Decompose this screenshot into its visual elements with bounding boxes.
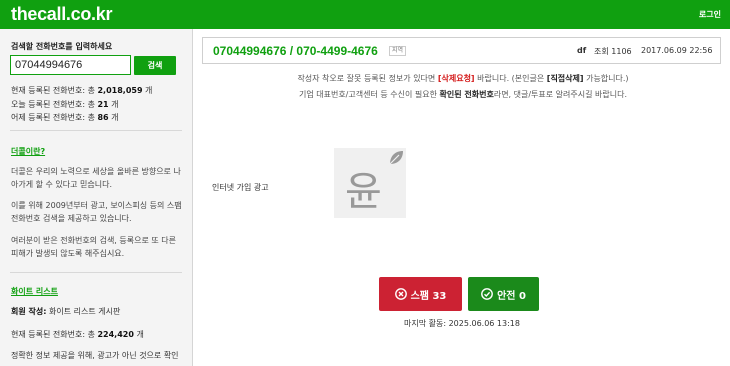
white-list-link[interactable]: 화이트 리스트: [11, 286, 58, 297]
author: df: [577, 46, 587, 55]
post-date: 2017.06.09 22:56: [641, 46, 713, 55]
stat-total: 현재 등록된 전화번호: 총 2,018,059 개: [11, 86, 153, 95]
member-post: 회원 작성: 화이트 리스트 게시판: [11, 307, 121, 316]
post-image: 윤: [334, 148, 406, 218]
phone-number: 07044994676 / 070-4499-4676: [213, 44, 378, 58]
view-count: 조회 1106: [594, 47, 632, 56]
spam-vote-button[interactable]: 스팸 33: [379, 277, 462, 311]
post-header: 07044994676 / 070-4499-4676 지역 df 조회 110…: [202, 37, 721, 64]
about-link[interactable]: 더콜이란?: [11, 146, 45, 157]
notice-line-2: 기업 대표번호/고객센터 등 수신이 필요한 확인된 전화번호라면, 댓글/투표…: [298, 90, 627, 99]
stat-today: 오늘 등록된 전화번호: 총 21 개: [11, 100, 119, 109]
about-paragraph-3: 여러분이 받은 전화번호의 검색, 등록으로 또 다른 피해가 발생되 않도록 …: [11, 236, 176, 258]
post-content: 인터넷 가입 광고: [212, 183, 269, 192]
safe-vote-button[interactable]: 안전 0: [468, 277, 539, 311]
safe-vote-label: 안전 0: [497, 290, 526, 302]
check-circle-icon: [481, 288, 493, 300]
sidebar: 검색할 전화번호를 입력하세요 07044994676 검색 현재 등록된 전화…: [0, 29, 193, 366]
image-glyph: 윤: [345, 169, 382, 215]
login-link[interactable]: 로그인: [699, 9, 721, 20]
last-activity: 마지막 활동: 2025.06.06 13:18: [404, 319, 520, 328]
top-bar: thecall.co.kr 로그인: [0, 0, 730, 29]
spam-vote-label: 스팸 33: [410, 290, 447, 302]
about-paragraph-1: 더콜은 우리의 노력으로 세상을 올바른 방향으로 나아가게 할 수 있다고 믿…: [11, 167, 181, 189]
search-title: 검색할 전화번호를 입력하세요: [11, 42, 113, 51]
spam-x-icon: [394, 288, 407, 300]
about-paragraph-2: 이를 위해 2009년부터 광고, 보이스피싱 등의 스팸 전화번호 검색을 제…: [11, 201, 182, 223]
white-list-count: 현재 등록된 전화번호: 총 224,420 개: [11, 330, 144, 339]
region-tag[interactable]: 지역: [389, 46, 407, 56]
delete-request-link[interactable]: [삭제요청]: [438, 74, 475, 83]
divider: [10, 130, 182, 131]
site-logo[interactable]: thecall.co.kr: [11, 4, 112, 25]
stat-yesterday: 어제 등록된 전화번호: 총 86 개: [11, 113, 119, 122]
search-input[interactable]: 07044994676: [10, 55, 131, 75]
leaf-icon: [389, 151, 403, 165]
notice-line-1: 작성자 착오로 잘못 등록된 정보가 있다면 [삭제요청] 바랍니다. (본인글…: [297, 74, 629, 83]
search-button[interactable]: 검색: [134, 56, 176, 75]
direct-delete-link[interactable]: [직접삭제]: [547, 74, 584, 83]
divider: [10, 272, 182, 273]
white-list-note: 정확한 정보 제공을 위해, 광고가 아닌 것으로 확인: [11, 351, 179, 360]
